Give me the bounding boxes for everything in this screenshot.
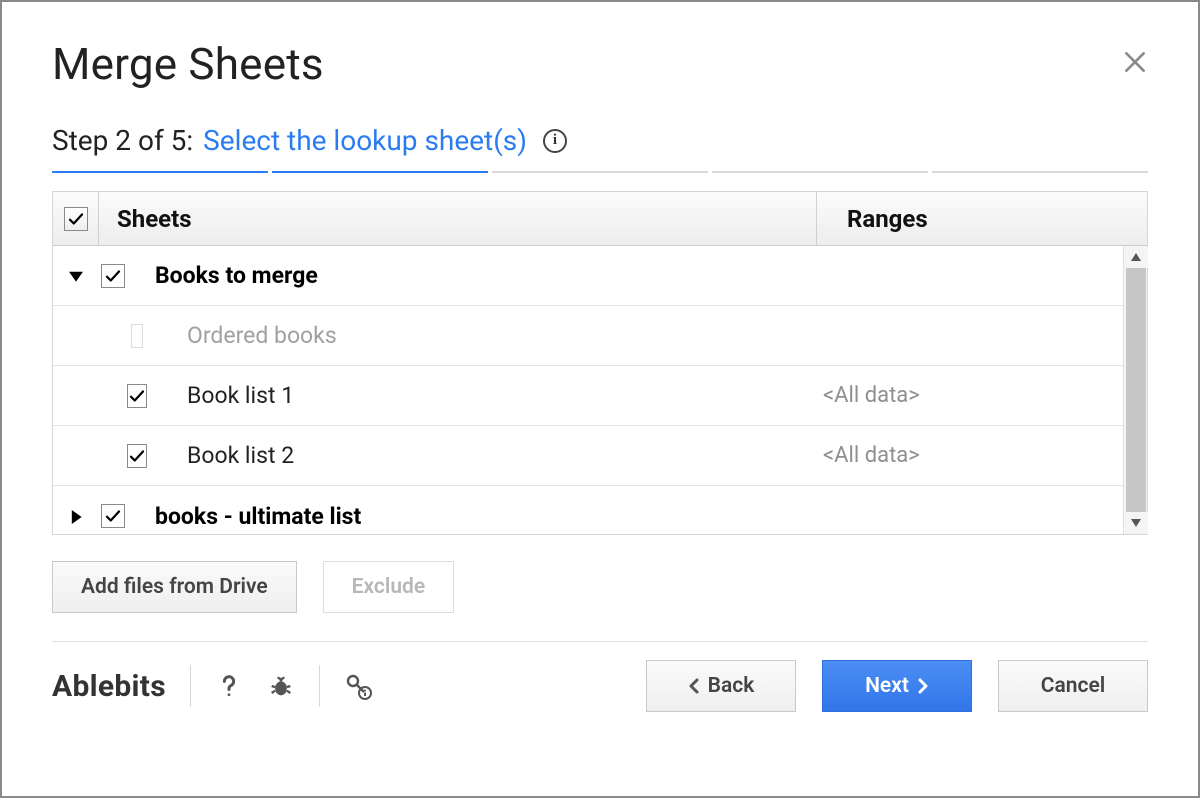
chevron-left-icon <box>688 678 700 694</box>
add-files-from-drive-button[interactable]: Add files from Drive <box>52 561 297 613</box>
bug-icon <box>267 672 295 700</box>
tree-child-row[interactable]: Book list 1 <All data> <box>53 366 1123 426</box>
check-icon <box>104 507 122 525</box>
scroll-down-icon[interactable] <box>1124 512 1148 534</box>
row-label: books - ultimate list <box>143 503 793 530</box>
brand-label: Ablebits <box>52 669 166 704</box>
question-icon <box>215 672 243 700</box>
row-label: Ordered books <box>143 322 793 349</box>
dialog-title: Merge Sheets <box>52 38 324 90</box>
next-button[interactable]: Next <box>822 660 972 712</box>
close-button[interactable] <box>1122 49 1148 79</box>
sheets-grid: Sheets Ranges Books to merge <box>52 191 1148 535</box>
grid-header: Sheets Ranges <box>53 192 1147 246</box>
tree-group-row[interactable]: books - ultimate list <box>53 486 1123 534</box>
info-icon[interactable]: i <box>543 129 567 153</box>
column-header-ranges[interactable]: Ranges <box>817 192 1147 245</box>
select-all-checkbox[interactable] <box>64 207 88 231</box>
help-button[interactable] <box>215 672 243 700</box>
row-label: Books to merge <box>143 262 793 289</box>
cancel-button[interactable]: Cancel <box>998 660 1148 712</box>
row-label: Book list 1 <box>143 382 793 409</box>
close-icon <box>1122 49 1148 75</box>
vertical-scrollbar[interactable] <box>1123 246 1147 534</box>
collapse-icon[interactable] <box>69 262 83 289</box>
row-checkbox-disabled <box>131 324 143 348</box>
step-indicator: Step 2 of 5: Select the lookup sheet(s) … <box>52 124 1148 157</box>
row-checkbox[interactable] <box>101 504 125 528</box>
row-label: Book list 2 <box>143 442 793 469</box>
row-checkbox[interactable] <box>101 264 125 288</box>
tree-group-row[interactable]: Books to merge <box>53 246 1123 306</box>
back-button[interactable]: Back <box>646 660 796 712</box>
expand-icon[interactable] <box>69 503 83 530</box>
check-icon <box>67 210 85 228</box>
step-title: Select the lookup sheet(s) <box>203 124 527 157</box>
exclude-button: Exclude <box>323 561 455 613</box>
step-prefix: Step 2 of 5: <box>52 124 193 157</box>
tree-child-row[interactable]: Book list 2 <All data> <box>53 426 1123 486</box>
chevron-right-icon <box>917 678 929 694</box>
scroll-thumb[interactable] <box>1126 268 1146 512</box>
privacy-info-button[interactable] <box>344 672 372 700</box>
column-header-sheets[interactable]: Sheets <box>99 192 817 245</box>
scroll-up-icon[interactable] <box>1124 246 1148 268</box>
dialog-merge-sheets: Merge Sheets Step 2 of 5: Select the loo… <box>0 0 1200 798</box>
divider <box>52 641 1148 642</box>
key-info-icon <box>344 672 372 700</box>
progress-segments <box>52 171 1148 173</box>
check-icon <box>104 267 122 285</box>
row-range[interactable]: <All data> <box>793 383 1123 408</box>
row-range[interactable]: <All data> <box>793 443 1123 468</box>
bug-report-button[interactable] <box>267 672 295 700</box>
tree-child-row: Ordered books <box>53 306 1123 366</box>
